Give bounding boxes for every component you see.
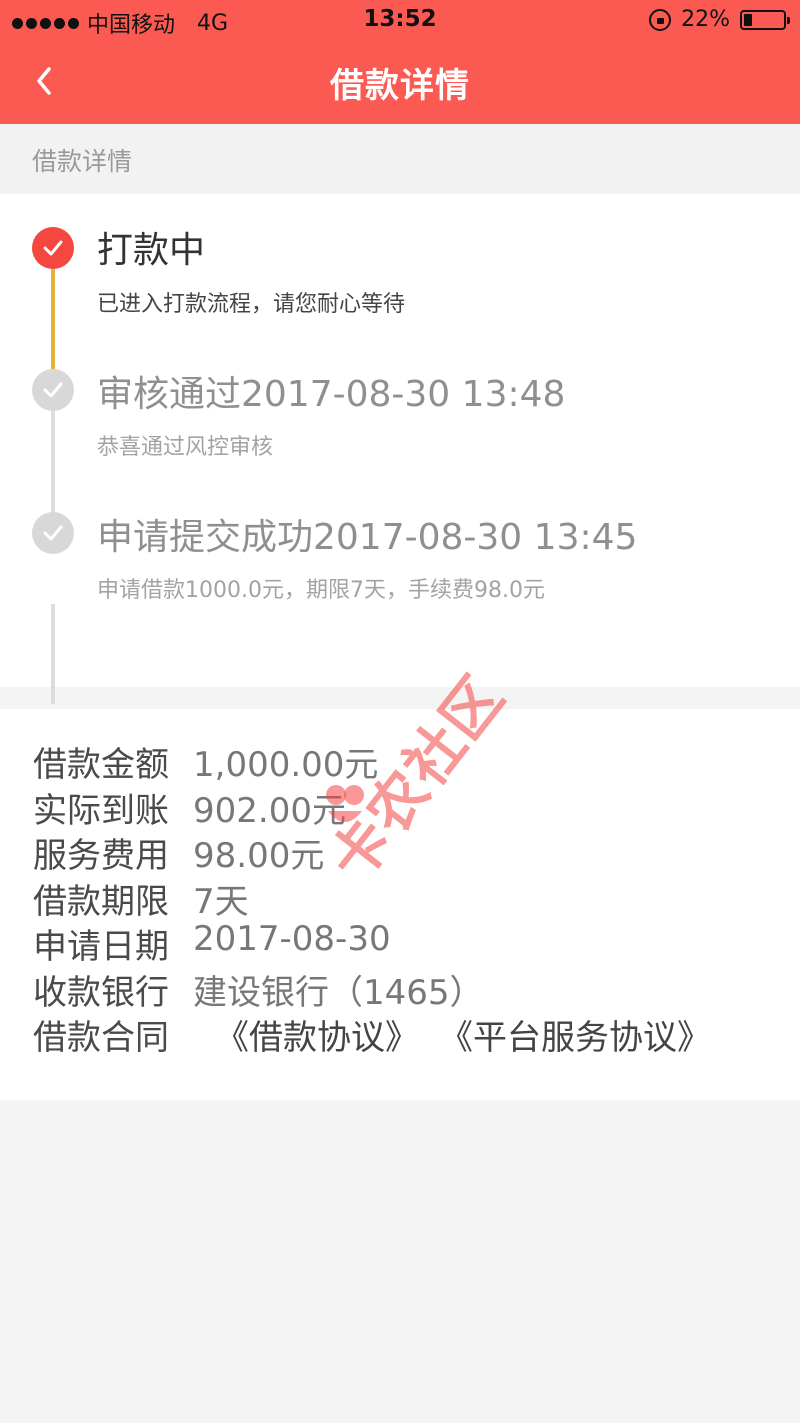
detail-row-loan-term: 借款期限 7天 — [33, 874, 249, 923]
page-title: 借款详情 — [330, 66, 470, 106]
loan-details: 借款金额 1,000.00元 实际到账 902.00元 服务费用 98.00元 … — [0, 709, 800, 1100]
battery-fill — [744, 13, 752, 26]
timeline-connector — [51, 604, 55, 704]
detail-label: 借款金额 — [33, 745, 169, 785]
detail-label: 借款合同 — [33, 1018, 169, 1058]
header-bar: 中国移动 4G 13:52 22% 借款详情 — [0, 0, 800, 124]
battery-percent: 22% — [681, 7, 730, 32]
status-timeline: 打款中 已进入打款流程，请您耐心等待 审核通过2017-08-30 13:48 … — [0, 194, 800, 704]
step-description: 申请借款1000.0元，期限7天，手续费98.0元 — [97, 578, 545, 603]
detail-row-loan-amount: 借款金额 1,000.00元 — [33, 737, 378, 786]
loan-agreement-link[interactable]: 《借款协议》 — [215, 1010, 419, 1059]
step-title: 审核通过2017-08-30 13:48 — [97, 374, 566, 415]
detail-label: 借款期限 — [33, 882, 169, 922]
status-bar: 中国移动 4G 13:52 22% — [0, 0, 800, 40]
section-title: 借款详情 — [0, 124, 800, 194]
detail-label: 收款银行 — [33, 973, 169, 1013]
step-description: 恭喜通过风控审核 — [97, 435, 274, 460]
step-title: 申请提交成功2017-08-30 13:45 — [97, 517, 638, 558]
platform-service-agreement-link[interactable]: 《平台服务协议》 — [439, 1010, 711, 1059]
timeline-connector — [51, 404, 55, 524]
detail-row-bank: 收款银行 建设银行（1465） — [33, 965, 484, 1014]
detail-row-contract: 借款合同 《借款协议》 《平台服务协议》 — [33, 1010, 711, 1059]
detail-value: 902.00元 — [193, 791, 346, 831]
detail-row-service-fee: 服务费用 98.00元 — [33, 828, 324, 877]
step-check-icon-active — [32, 227, 74, 269]
detail-value: 2017-08-30 — [193, 919, 391, 959]
step-description: 已进入打款流程，请您耐心等待 — [97, 292, 406, 317]
detail-label: 申请日期 — [33, 927, 169, 967]
detail-row-apply-date: 申请日期 2017-08-30 — [33, 919, 391, 968]
nav-bar: 借款详情 — [0, 40, 800, 124]
detail-value: 98.00元 — [193, 836, 325, 876]
detail-row-actual-received: 实际到账 902.00元 — [33, 783, 346, 832]
step-title: 打款中 — [97, 230, 206, 271]
detail-value: 7天 — [193, 882, 249, 922]
step-check-icon — [32, 512, 74, 554]
detail-label: 实际到账 — [33, 791, 169, 831]
battery-icon — [740, 9, 790, 30]
step-check-icon — [32, 369, 74, 411]
rotation-lock-icon — [649, 8, 672, 31]
status-right: 22% — [649, 7, 790, 32]
detail-label: 服务费用 — [33, 836, 169, 876]
detail-value: 1,000.00元 — [193, 745, 379, 785]
detail-value: 建设银行（1465） — [193, 973, 484, 1013]
